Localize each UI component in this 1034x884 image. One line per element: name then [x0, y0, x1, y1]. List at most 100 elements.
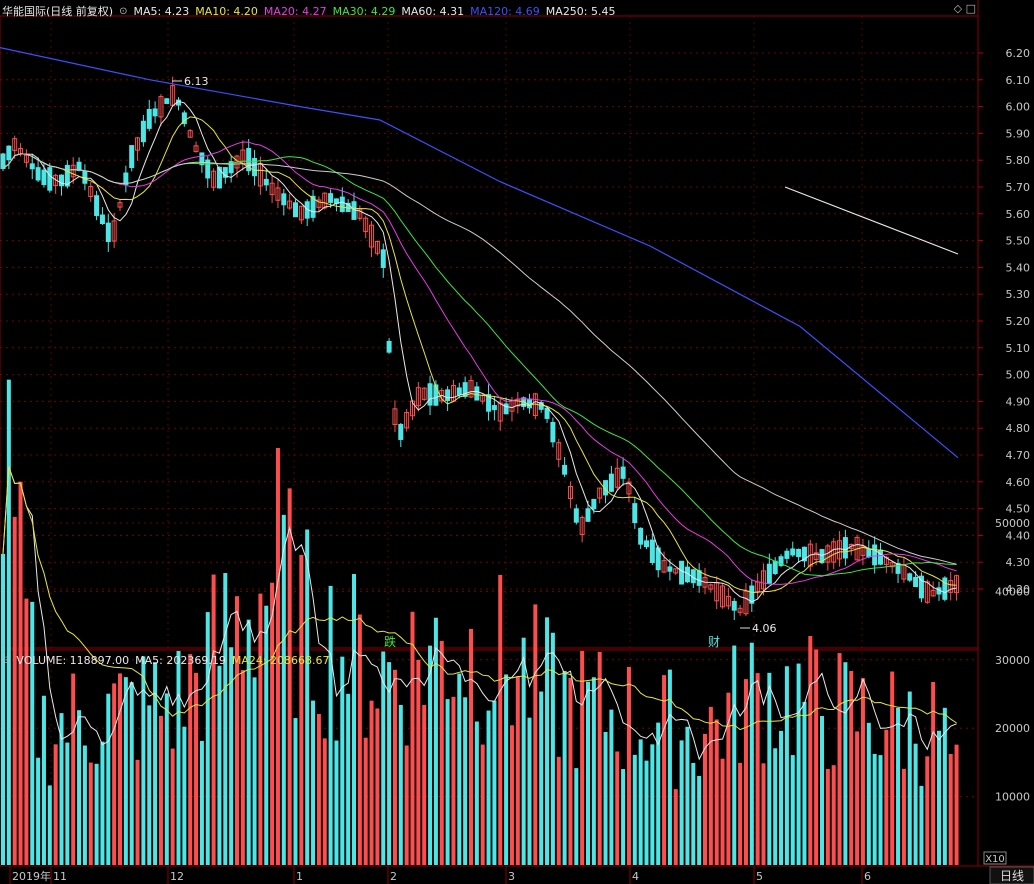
volume-bar [211, 574, 216, 865]
candle-body [790, 548, 796, 556]
volume-bar [88, 762, 93, 865]
volume-bar [188, 654, 193, 865]
candle-body [784, 550, 790, 559]
volume-bar [773, 748, 778, 865]
candle-body [41, 169, 47, 186]
dropdown-icon[interactable]: ⊙ [119, 6, 127, 17]
candle-body [491, 405, 497, 411]
candle-body [585, 508, 591, 522]
volume-tick-label: 50000 [995, 517, 1030, 530]
time-label: 1 [296, 870, 303, 883]
price-legend: 华能国际(日线 前复权) ⊙ MA5: 4.23 MA10: 4.20 MA20… [2, 2, 616, 20]
price-tick-label: 6.10 [1006, 74, 1031, 87]
volume-bar [732, 645, 737, 865]
volume-bar [562, 670, 567, 865]
volume-bar [603, 731, 608, 865]
volume-bar [404, 745, 409, 865]
volume-bar [539, 691, 544, 865]
period-button[interactable]: 日线 [989, 866, 1034, 884]
volume-bar [779, 730, 784, 865]
volume-bar [931, 681, 936, 865]
volume-bar [474, 721, 479, 865]
time-label: 3 [508, 870, 515, 883]
stock-title: 华能国际(日线 前复权) [2, 5, 114, 18]
volume-bar [164, 693, 169, 865]
volume-bar [305, 529, 310, 865]
time-label: 2 [390, 870, 397, 883]
volume-tick-label: 40000 [995, 585, 1030, 598]
volume-bar [457, 673, 462, 865]
volume-bar [1, 553, 5, 865]
candle-body [766, 563, 772, 584]
volume-bar [884, 729, 889, 865]
volume-bar [6, 379, 11, 865]
volume-bar [703, 733, 707, 865]
volume-bar [363, 737, 368, 865]
volume-bar [30, 601, 35, 865]
candles [0, 76, 960, 621]
candle-body [696, 570, 702, 586]
time-label: 6 [864, 870, 871, 883]
ma60-line [2, 153, 957, 565]
candle-body [0, 153, 6, 170]
volume-bar [311, 700, 316, 865]
ma10-line [2, 116, 957, 594]
volume-bar [293, 718, 298, 865]
volume-bar [568, 677, 573, 865]
volume-bar [445, 699, 450, 865]
volume-bar [176, 650, 181, 865]
volume-bar [498, 574, 503, 865]
price-tick-label: 4.40 [1006, 529, 1031, 542]
volume-bar [901, 768, 906, 865]
stock-chart[interactable]: 6.20 6.10 6.00 5.90 5.80 5.70 5.60 5.50 5.40 5.30… [0, 0, 1034, 884]
price-tick-label: 5.40 [1006, 261, 1031, 274]
price-tick-label: 4.30 [1006, 556, 1031, 569]
diamond-icon[interactable]: ◇ [954, 2, 962, 15]
ma10-label: MA10: 4.20 [195, 4, 258, 18]
volume-bar [673, 789, 678, 865]
square-icon[interactable]: □ [966, 2, 976, 15]
ma120-label: MA120: 4.69 [470, 4, 540, 18]
volume-bar [240, 670, 245, 865]
volume-bar [410, 611, 415, 865]
volume-bar [825, 769, 830, 865]
candle-body [907, 573, 913, 581]
candle-body [6, 145, 12, 161]
volume-bar [381, 651, 386, 865]
time-label: 5 [756, 870, 763, 883]
volume-bar [492, 700, 497, 865]
volume-bar [802, 701, 807, 865]
candle-body [140, 120, 146, 143]
volume-dropdown-icon[interactable]: ⊙ [2, 655, 10, 666]
volume-bar [790, 755, 795, 865]
volume-bar [71, 673, 76, 865]
event-marker-finance: 财 [708, 635, 720, 649]
volume-bar [451, 696, 456, 865]
price-tick-label: 5.80 [1006, 154, 1031, 167]
volume-bar [486, 710, 491, 865]
volume-bar [755, 673, 760, 865]
volume-bar [334, 740, 339, 865]
candle-body [59, 174, 64, 187]
candle-body [591, 498, 597, 510]
volume-bar [123, 677, 128, 865]
volume-bar [270, 582, 275, 865]
volume-bar [550, 632, 555, 865]
volume-bar [714, 719, 719, 865]
candle-body [913, 576, 919, 588]
candle-body [872, 544, 878, 566]
candle-body [35, 167, 41, 181]
candle-body [94, 195, 100, 216]
volume-label: VOLUME: 118897.00 [16, 653, 130, 667]
candle-body [608, 473, 614, 492]
candle-body [105, 222, 111, 243]
candle-body [942, 577, 948, 600]
ma5-label: MA5: 4.23 [133, 4, 190, 18]
volume-bar [650, 744, 655, 865]
volume-bar [521, 637, 526, 865]
volume-bar [761, 763, 766, 865]
candle-body [649, 539, 655, 563]
volume-bar [896, 707, 901, 865]
volume-bar [147, 705, 152, 865]
volume-bar [100, 741, 105, 865]
